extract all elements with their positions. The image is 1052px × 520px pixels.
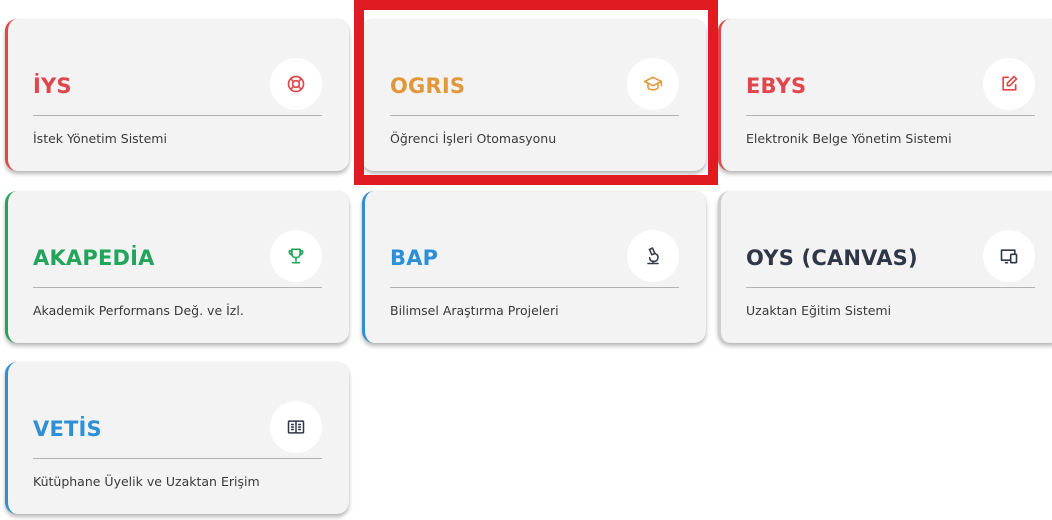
card-title: VETİS — [33, 417, 102, 441]
edit-document-icon — [983, 58, 1035, 110]
card-description: Elektronik Belge Yönetim Sistemi — [746, 131, 952, 146]
microscope-icon — [627, 230, 679, 282]
card-description: Öğrenci İşleri Otomasyonu — [390, 131, 557, 146]
divider — [390, 287, 679, 288]
app-launcher-grid: İYS İstek Yönetim Sistemi OGRIS Öğrenci … — [0, 0, 1052, 520]
card-vetis[interactable]: VETİS Kütüphane Üyelik ve Uzaktan Erişim — [5, 362, 349, 514]
card-title: BAP — [390, 246, 439, 270]
card-bap[interactable]: BAP Bilimsel Araştırma Projeleri — [362, 191, 706, 343]
card-description: Bilimsel Araştırma Projeleri — [390, 303, 559, 318]
card-description: İstek Yönetim Sistemi — [33, 131, 167, 146]
card-description: Kütüphane Üyelik ve Uzaktan Erişim — [33, 474, 260, 489]
divider — [746, 115, 1035, 116]
card-description: Uzaktan Eğitim Sistemi — [746, 303, 892, 318]
divider — [33, 115, 322, 116]
trophy-icon — [270, 230, 322, 282]
card-akapedia[interactable]: AKAPEDİA Akademik Performans Değ. ve İzl… — [5, 191, 349, 343]
open-book-icon — [270, 401, 322, 453]
card-title: AKAPEDİA — [33, 246, 155, 270]
card-title: OGRIS — [390, 74, 466, 98]
card-ebys[interactable]: EBYS Elektronik Belge Yönetim Sistemi — [718, 19, 1052, 171]
card-title: OYS (CANVAS) — [746, 246, 918, 270]
card-iys[interactable]: İYS İstek Yönetim Sistemi — [5, 19, 349, 171]
lifebuoy-icon — [270, 58, 322, 110]
divider — [746, 287, 1035, 288]
card-ogris[interactable]: OGRIS Öğrenci İşleri Otomasyonu — [362, 19, 706, 171]
card-oys-canvas[interactable]: OYS (CANVAS) Uzaktan Eğitim Sistemi — [718, 191, 1052, 343]
divider — [33, 458, 322, 459]
card-title: İYS — [33, 74, 72, 98]
card-description: Akademik Performans Değ. ve İzl. — [33, 303, 244, 318]
devices-icon — [983, 230, 1035, 282]
divider — [33, 287, 322, 288]
card-title: EBYS — [746, 74, 807, 98]
divider — [390, 115, 679, 116]
graduation-cap-icon — [627, 58, 679, 110]
